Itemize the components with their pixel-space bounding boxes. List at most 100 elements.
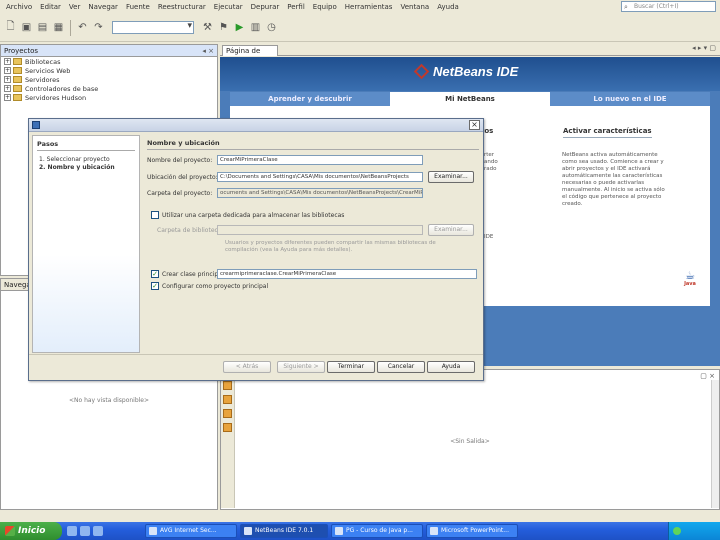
menu-fuente[interactable]: Fuente [122,3,154,11]
menu-herramientas[interactable]: Herramientas [341,3,397,11]
new-file-icon[interactable]: 🗋 [4,21,17,34]
navigator-empty-text: <No hay vista disponible> [68,397,150,404]
stop-icon[interactable] [223,395,232,404]
search-placeholder: Buscar (Ctrl+I) [634,3,679,10]
set-main-project-label: Configurar como proyecto principal [162,283,269,290]
expand-icon[interactable]: + [4,76,11,83]
main-class-field[interactable]: crearmiprimeraclase.CrearMiPrimeraClase [217,269,477,279]
java-logo-text: Java [684,281,696,287]
expand-icon[interactable]: + [4,94,11,101]
tab-nav-icons[interactable]: ◂ ▸ ▾ ▢ [692,44,716,52]
settings-icon[interactable] [223,409,232,418]
tree-item[interactable]: + Bibliotecas [1,57,217,66]
editor-tab-bar: Página de Inicio × ◂ ▸ ▾ ▢ [220,44,720,65]
project-name-field[interactable]: CrearMiPrimeraClase [217,155,423,165]
activate-text-line: como sea usado. Comience a crear y [562,159,664,165]
tree-item[interactable]: + Servidores [1,75,217,84]
profile-icon[interactable]: ◷ [265,21,278,34]
start-button[interactable]: Inicio [0,522,62,540]
output-panel-controls[interactable]: ▢ × [700,372,715,380]
name-location-panel: Nombre y ubicación Nombre del proyecto: … [143,135,481,353]
server-icon [13,76,22,83]
tab-mi-netbeans[interactable]: Mi NetBeans [390,92,550,106]
help-button[interactable]: Ayuda [427,361,475,373]
finish-button[interactable]: Terminar [327,361,375,373]
expand-icon[interactable]: + [4,58,11,65]
new-project-icon[interactable]: ▣ [20,21,33,34]
menu-equipo[interactable]: Equipo [309,3,341,11]
tree-item[interactable]: + Servicios Web [1,66,217,75]
partial-line: rter [484,152,495,158]
search-icon: ⌕ [624,3,628,11]
menu-navegar[interactable]: Navegar [84,3,122,11]
configuration-combo[interactable] [112,21,194,34]
tree-item-label: Servidores [25,75,60,84]
build-icon[interactable]: ⚒ [201,21,214,34]
undo-icon[interactable]: ↶ [76,21,89,34]
run-icon[interactable]: ▶ [233,21,246,34]
quick-launch-icon[interactable] [93,526,103,536]
activate-text-line: abrir proyectos y el IDE activará [562,166,651,172]
dialog-title-bar[interactable]: × [29,119,483,132]
expand-icon[interactable]: + [4,85,11,92]
start-page-tabs: Aprender y descubrir Mi NetBeans Lo nuev… [230,92,710,106]
menu-perfil[interactable]: Perfil [283,3,309,11]
menu-ver[interactable]: Ver [65,3,84,11]
expand-icon[interactable]: + [4,67,11,74]
output-scrollbar[interactable] [711,380,719,508]
set-main-project-checkbox[interactable]: ✓ [151,282,159,290]
clean-build-icon[interactable]: ⚑ [217,21,230,34]
tray-icon[interactable] [673,527,681,535]
redo-icon[interactable]: ↷ [92,21,105,34]
project-name-label: Nombre del proyecto: [147,157,213,164]
partial-line: ando [484,159,498,165]
panel-close-icon[interactable]: ◂ × [202,47,214,55]
menu-editar[interactable]: Editar [36,3,65,11]
projects-panel-header: Proyectos ◂ × [1,45,217,57]
main-class-checkbox[interactable]: ✓ [151,270,159,278]
dedicated-folder-checkbox[interactable] [151,211,159,219]
close-icon[interactable]: × [469,120,480,130]
menu-ayuda[interactable]: Ayuda [433,3,463,11]
browse-location-button[interactable]: Examinar... [428,171,474,183]
project-location-label: Ubicación del proyecto: [147,174,218,181]
netbeans-logo: NetBeans IDE [413,63,518,80]
menu-archivo[interactable]: Archivo [2,3,36,11]
projects-panel-title[interactable]: Proyectos [4,47,38,55]
menu-ventana[interactable]: Ventana [396,3,433,11]
menu-bar: Archivo Editar Ver Navegar Fuente Reestr… [0,0,720,13]
steps-panel: Pasos 1. Seleccionar proyecto 2. Nombre … [32,135,140,353]
menu-ejecutar[interactable]: Ejecutar [210,3,247,11]
tab-aprender[interactable]: Aprender y descubrir [230,92,390,106]
tab-lo-nuevo[interactable]: Lo nuevo en el IDE [550,92,710,106]
search-input[interactable]: ⌕ Buscar (Ctrl+I) [621,1,716,12]
task-avg[interactable]: AVG Internet Sec... [145,524,237,538]
menu-depurar[interactable]: Depurar [247,3,284,11]
system-tray [668,522,720,540]
tree-item[interactable]: + Servidores Hudson [1,93,217,102]
taskbar: Inicio AVG Internet Sec... NetBeans IDE … [0,522,720,540]
cancel-button[interactable]: Cancelar [377,361,425,373]
tree-item[interactable]: + Controladores de base [1,84,217,93]
step-select-project: 1. Seleccionar proyecto [39,156,110,163]
java-logo: ☕ Java [682,270,698,294]
next-button[interactable]: Siguiente > [277,361,325,373]
libraries-note-line: compilación (vea la Ayuda para más detal… [225,247,353,253]
library-icon [13,58,22,65]
quick-launch-icon[interactable] [67,526,77,536]
debug-icon[interactable]: ▥ [249,21,262,34]
task-netbeans[interactable]: NetBeans IDE 7.0.1 [240,524,328,538]
quick-launch-icon[interactable] [80,526,90,536]
task-curso-java[interactable]: PG - Curso de Java p... [331,524,423,538]
tab-start-page[interactable]: Página de Inicio × [222,45,278,65]
task-powerpoint[interactable]: Microsoft PowerPoint... [426,524,518,538]
save-all-icon[interactable]: ▦ [52,21,65,34]
open-project-icon[interactable]: ▤ [36,21,49,34]
hudson-icon [13,94,22,101]
back-button[interactable]: < Atrás [223,361,271,373]
rerun-icon[interactable] [223,381,232,390]
libraries-note-line: Usuarios y proyectos diferentes pueden c… [225,240,436,246]
menu-reestructurar[interactable]: Reestructurar [154,3,210,11]
project-location-field[interactable]: C:\Documents and Settings\CASA\Mis docum… [217,172,423,182]
wrap-icon[interactable] [223,423,232,432]
